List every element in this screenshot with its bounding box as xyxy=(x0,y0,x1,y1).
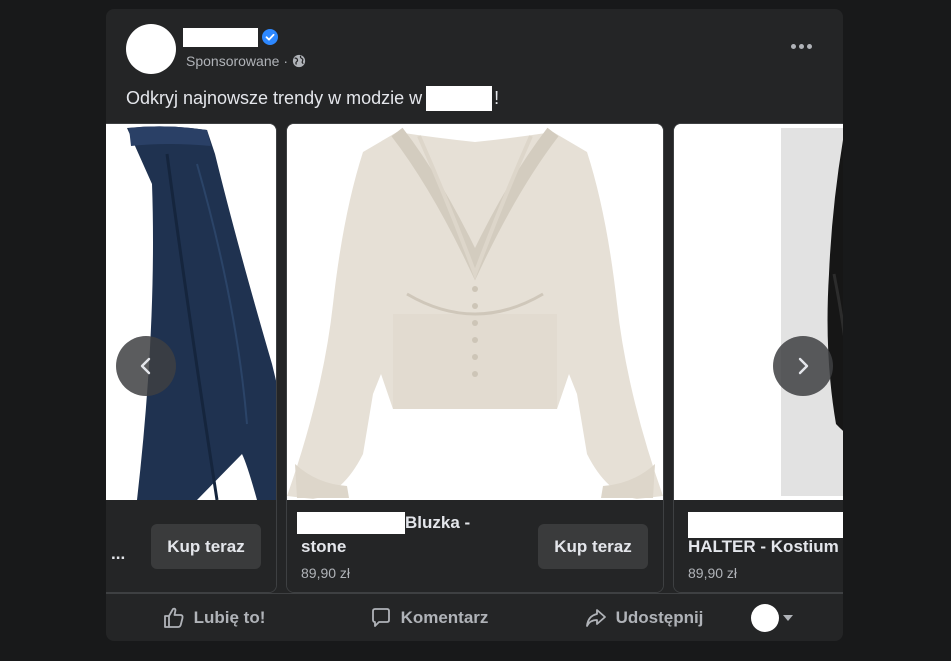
product-image-swimsuit[interactable] xyxy=(674,124,843,500)
more-dot xyxy=(806,43,812,49)
comment-icon xyxy=(371,608,390,627)
product-price: 89,90 zł xyxy=(688,565,738,581)
carousel-next-button[interactable] xyxy=(773,336,833,396)
product-info: HALTER - Kostium 89,90 zł xyxy=(674,500,843,592)
more-dot xyxy=(798,43,804,49)
product-title: Bluzka - xyxy=(405,513,471,532)
buy-now-button[interactable]: Kup teraz xyxy=(151,524,261,569)
sponsored-post: Sponsorowane · Odkryj najnowsze trendy w… xyxy=(106,9,843,641)
chevron-right-icon xyxy=(798,357,809,375)
page-name-redacted[interactable] xyxy=(183,28,258,47)
product-card[interactable]: Bluzka - stone 89,90 zł Kup teraz xyxy=(286,123,664,593)
react-as-selector[interactable] xyxy=(751,604,819,632)
product-image-blouse[interactable] xyxy=(287,124,663,500)
post-text: Odkryj najnowsze trendy w modzie w ! xyxy=(126,86,499,111)
share-label: Udostępnij xyxy=(615,608,704,627)
product-carousel: ... Kup teraz Bluzka - stone 89,90 zł Ku… xyxy=(106,123,843,593)
page-avatar[interactable] xyxy=(126,24,176,74)
post-meta: Sponsorowane · xyxy=(186,53,306,69)
meta-separator: · xyxy=(283,53,289,69)
more-options-icon xyxy=(790,43,796,49)
carousel-prev-button[interactable] xyxy=(116,336,176,396)
like-button[interactable]: Lubię to! xyxy=(106,598,321,638)
chevron-down-icon xyxy=(783,615,793,621)
comment-label: Komentarz xyxy=(400,608,489,627)
post-actions: Lubię to! Komentarz Udostępnij xyxy=(106,593,843,641)
like-label: Lubię to! xyxy=(193,608,266,627)
chevron-left-icon xyxy=(140,357,151,375)
product-title-line2: stone xyxy=(301,537,347,556)
product-price: 89,90 zł xyxy=(301,565,351,581)
product-title: HALTER - Kostium xyxy=(688,537,839,556)
buy-now-button[interactable]: Kup teraz xyxy=(538,524,648,569)
user-avatar xyxy=(751,604,779,632)
post-text-after: ! xyxy=(494,88,500,108)
product-title: ... xyxy=(111,544,126,563)
thumbs-up-icon xyxy=(163,607,184,628)
brand-name-redacted xyxy=(297,512,405,534)
product-info: Bluzka - stone 89,90 zł Kup teraz xyxy=(287,500,663,592)
post-text-before: Odkryj najnowsze trendy w modzie w xyxy=(126,88,423,108)
share-icon xyxy=(585,609,606,627)
product-image-navy-pants[interactable] xyxy=(106,124,276,501)
product-info: ... Kup teraz xyxy=(106,500,276,592)
brand-name-redacted xyxy=(426,86,493,111)
share-button[interactable]: Udostępnij xyxy=(536,598,751,638)
globe-icon[interactable] xyxy=(292,54,306,68)
verified-badge-icon xyxy=(262,29,278,45)
sponsored-label[interactable]: Sponsorowane xyxy=(186,53,279,69)
comment-button[interactable]: Komentarz xyxy=(321,598,536,638)
more-options-button[interactable] xyxy=(789,36,813,56)
